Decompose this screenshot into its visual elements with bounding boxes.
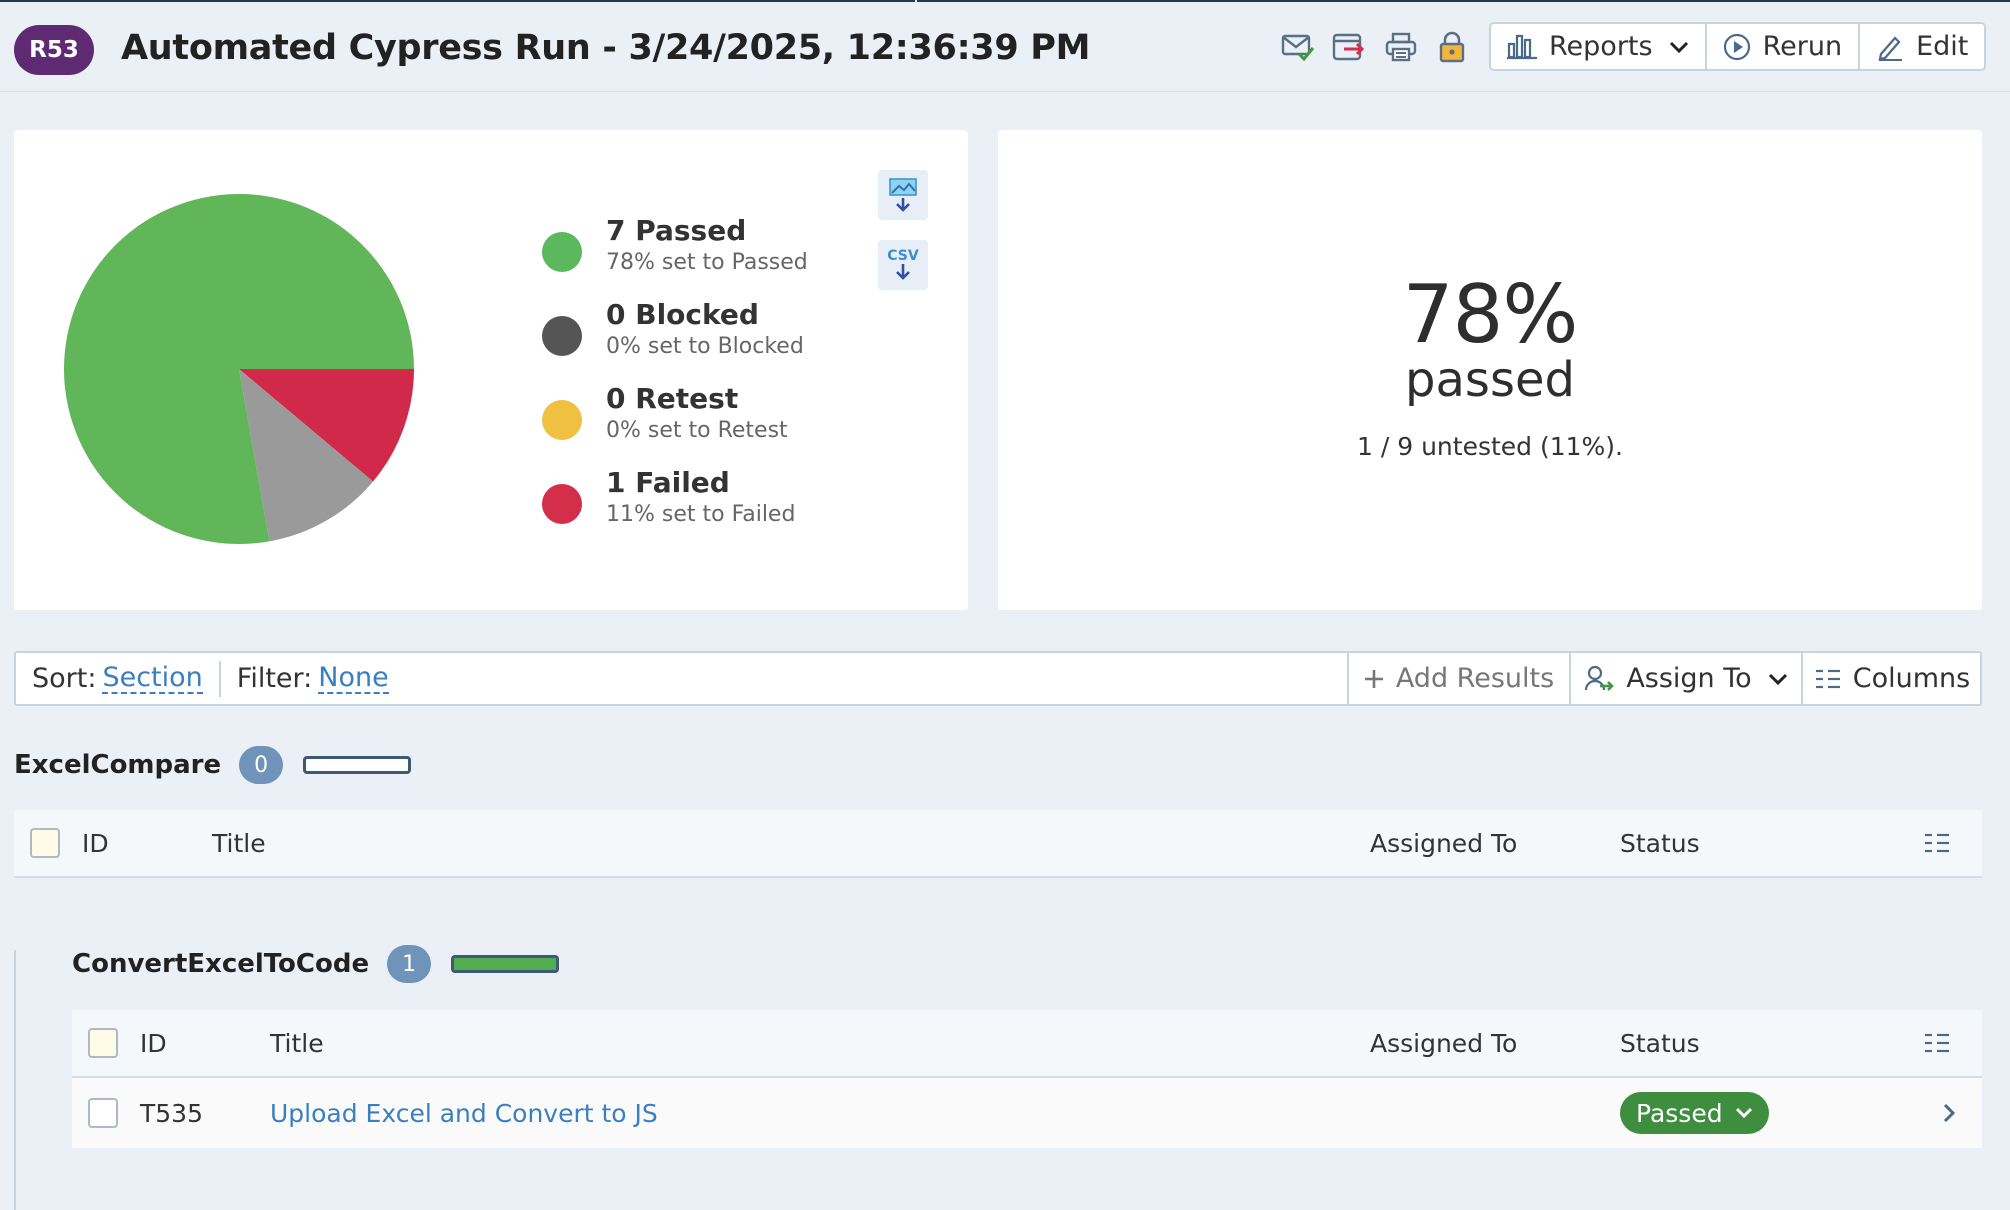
edit-button[interactable]: Edit xyxy=(1860,24,1984,69)
status-chart-card: 7 Passed 78% set to Passed 0 Blocked 0% … xyxy=(14,130,968,610)
column-options-icon[interactable] xyxy=(1924,810,1950,876)
column-header-title[interactable]: Title xyxy=(270,1010,324,1076)
column-header-assigned-to[interactable]: Assigned To xyxy=(1370,1010,1517,1076)
legend-subtitle: 0% set to Retest xyxy=(606,418,788,443)
chevron-down-icon xyxy=(1735,1107,1752,1119)
bar-chart-icon xyxy=(1507,34,1537,59)
pass-percentage: 78% xyxy=(1402,268,1579,361)
columns-icon xyxy=(1815,669,1840,688)
add-results-label: Add Results xyxy=(1395,663,1555,694)
case-title-link[interactable]: Upload Excel and Convert to JS xyxy=(270,1078,658,1148)
legend-item-retest: 0 Retest 0% set to Retest xyxy=(542,382,808,466)
table-row[interactable]: T535 Upload Excel and Convert to JS Pass… xyxy=(72,1078,1982,1148)
section-progress-bar xyxy=(303,756,412,774)
column-header-status[interactable]: Status xyxy=(1620,1010,1700,1076)
case-id: T535 xyxy=(140,1098,203,1128)
csv-label: CSV xyxy=(887,248,919,264)
assign-to-label: Assign To xyxy=(1626,663,1752,694)
untested-summary: 1 / 9 untested (11%). xyxy=(1357,432,1623,461)
chevron-down-icon xyxy=(1669,41,1688,53)
row-checkbox[interactable] xyxy=(88,1078,118,1148)
lock-icon[interactable] xyxy=(1434,29,1470,65)
section-header-convertexceltocode: ConvertExcelToCode 1 xyxy=(72,945,560,983)
reports-label: Reports xyxy=(1549,31,1653,62)
image-download-icon xyxy=(889,178,917,212)
download-arrow-icon xyxy=(896,264,910,280)
legend-item-blocked: 0 Blocked 0% set to Blocked xyxy=(542,298,808,382)
section-name: ExcelCompare xyxy=(14,750,222,780)
print-icon[interactable] xyxy=(1383,29,1419,65)
download-csv-button[interactable]: CSV xyxy=(878,240,928,290)
select-all-checkbox[interactable] xyxy=(88,1010,118,1076)
sort-section-link[interactable]: Section xyxy=(102,663,203,694)
plus-icon xyxy=(1364,669,1383,688)
run-id-badge: R53 xyxy=(14,25,94,75)
divider xyxy=(218,660,221,697)
section-name: ConvertExcelToCode xyxy=(72,949,370,979)
legend-title: 0 Retest xyxy=(606,382,739,415)
edit-label: Edit xyxy=(1916,31,1969,62)
legend-subtitle: 11% set to Failed xyxy=(606,502,796,527)
assign-user-icon xyxy=(1585,665,1615,691)
rerun-label: Rerun xyxy=(1762,31,1843,62)
legend-item-passed: 7 Passed 78% set to Passed xyxy=(542,214,808,298)
status-dropdown[interactable]: Passed xyxy=(1620,1078,1769,1148)
add-results-button[interactable]: Add Results xyxy=(1347,653,1569,704)
reports-button[interactable]: Reports xyxy=(1491,24,1707,69)
legend-dot-blocked xyxy=(542,316,582,356)
legend-subtitle: 0% set to Blocked xyxy=(606,334,804,359)
page-title: Automated Cypress Run - 3/24/2025, 12:36… xyxy=(121,28,1091,68)
pencil-icon xyxy=(1878,35,1903,61)
legend-item-failed: 1 Failed 11% set to Failed xyxy=(542,466,808,550)
column-options-icon[interactable] xyxy=(1924,1010,1950,1076)
header-button-group: Reports Rerun Edit xyxy=(1489,22,1987,71)
sort-label: Sort: xyxy=(32,663,97,694)
legend-subtitle: 78% set to Passed xyxy=(606,250,808,275)
subsection-indent-line xyxy=(14,950,16,1210)
legend-dot-retest xyxy=(542,400,582,440)
columns-label: Columns xyxy=(1852,663,1971,694)
email-check-icon[interactable] xyxy=(1280,29,1316,65)
column-header-id[interactable]: ID xyxy=(82,810,109,876)
chevron-down-icon xyxy=(1768,673,1787,685)
filter-none-link[interactable]: None xyxy=(318,663,389,694)
assign-to-button[interactable]: Assign To xyxy=(1569,653,1801,704)
legend-title: 7 Passed xyxy=(606,214,747,247)
rerun-button[interactable]: Rerun xyxy=(1707,24,1861,69)
chevron-right-icon[interactable] xyxy=(1942,1078,1956,1148)
play-circle-icon xyxy=(1723,33,1750,60)
select-all-checkbox[interactable] xyxy=(30,810,60,876)
table-header-convertexceltocode: ID Title Assigned To Status xyxy=(72,1010,1982,1078)
status-label: Passed xyxy=(1636,1098,1723,1128)
status-pie-chart xyxy=(64,194,414,544)
legend-dot-passed xyxy=(542,232,582,272)
legend-title: 1 Failed xyxy=(606,466,730,499)
chart-legend: 7 Passed 78% set to Passed 0 Blocked 0% … xyxy=(542,214,808,550)
results-toolbar: Sort: Section Filter: None Add Results A… xyxy=(14,651,1982,706)
section-header-excelcompare: ExcelCompare 0 xyxy=(14,746,412,784)
table-header-excelcompare: ID Title Assigned To Status xyxy=(14,810,1982,878)
pass-rate-card: 78% passed 1 / 9 untested (11%). xyxy=(998,130,1982,610)
column-header-id[interactable]: ID xyxy=(140,1010,167,1076)
case-count-badge: 1 xyxy=(387,945,432,983)
section-progress-bar xyxy=(451,955,560,973)
pass-label: passed xyxy=(1405,352,1575,408)
run-header: R53 Automated Cypress Run - 3/24/2025, 1… xyxy=(0,2,2010,92)
columns-button[interactable]: Columns xyxy=(1801,653,1982,704)
column-header-status[interactable]: Status xyxy=(1620,810,1700,876)
export-icon[interactable] xyxy=(1331,29,1367,65)
case-count-badge: 0 xyxy=(239,746,284,784)
filter-label: Filter: xyxy=(236,663,313,694)
legend-title: 0 Blocked xyxy=(606,298,759,331)
column-header-assigned-to[interactable]: Assigned To xyxy=(1370,810,1517,876)
column-header-title[interactable]: Title xyxy=(212,810,266,876)
legend-dot-failed xyxy=(542,484,582,524)
sort-filter-area: Sort: Section Filter: None xyxy=(32,653,389,704)
download-image-button[interactable] xyxy=(878,170,928,220)
